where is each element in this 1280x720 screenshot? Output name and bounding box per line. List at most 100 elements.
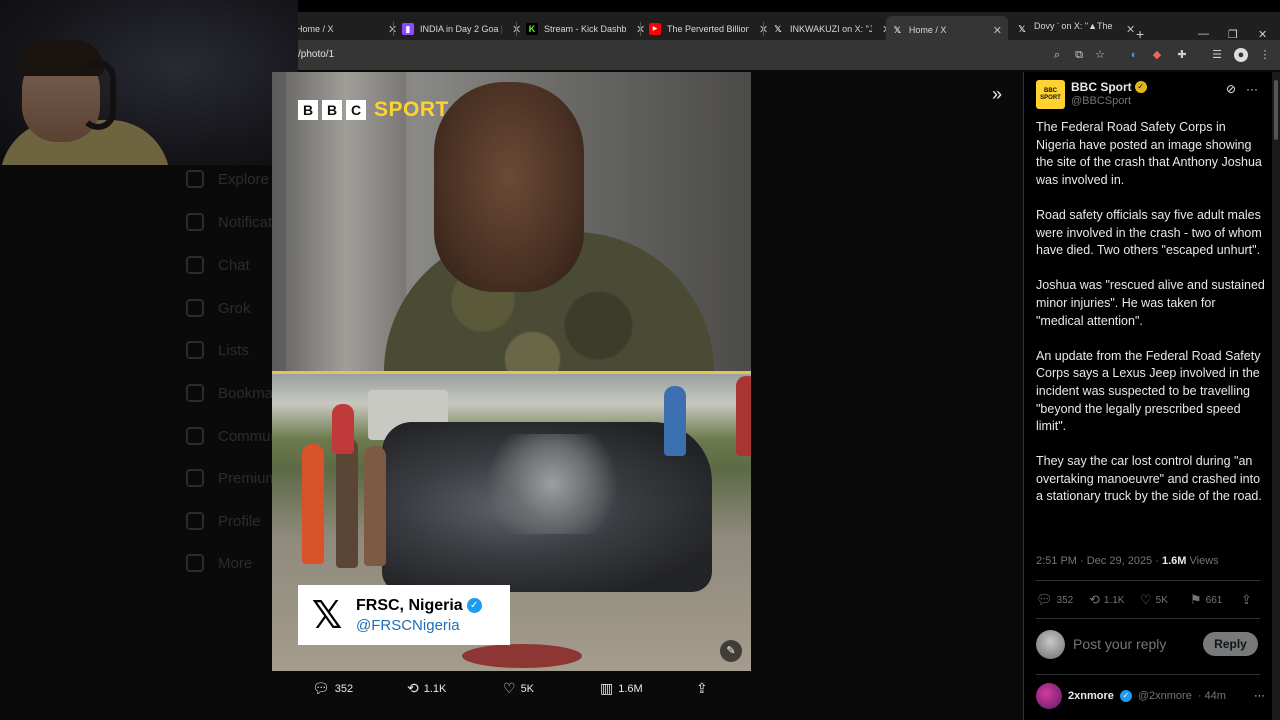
bbc-letter: C: [346, 100, 366, 120]
bg-nav-explore: Explore: [186, 170, 269, 188]
tweet-timestamp[interactable]: 2:51 PM · Dec 29, 2025 ·: [1036, 555, 1159, 567]
bg-nav-lists: Lists: [186, 341, 249, 359]
tweet-paragraph: The Federal Road Safety Corps in Nigeria…: [1036, 120, 1262, 187]
zoom-icon[interactable]: ⌕: [1050, 48, 1064, 62]
profile-icon[interactable]: ●: [1234, 48, 1248, 62]
photo-wreck-damage: [472, 434, 632, 534]
list-icon: [186, 341, 204, 359]
bookmark-button[interactable]: ⚑ 661: [1190, 592, 1222, 608]
repost-count: 1.1K: [423, 682, 447, 695]
reply-composer: Post your reply Reply: [1036, 630, 1262, 660]
chat-icon: [186, 256, 204, 274]
media-repost-button[interactable]: ⟲ 1.1K: [407, 680, 446, 697]
more-circle-icon: [186, 554, 204, 572]
avatar[interactable]: [1036, 683, 1062, 709]
tab-close-icon[interactable]: ✕: [993, 24, 1002, 37]
tab-title: Home / X: [296, 24, 334, 34]
reply-author-name[interactable]: 2xnmore: [1068, 690, 1114, 702]
avatar: [1036, 630, 1065, 659]
x-logo-icon: [186, 469, 204, 487]
like-count: 5K: [1155, 594, 1168, 606]
tweet-author[interactable]: BBC SPORT BBC Sport ✓ @BBCSport: [1036, 80, 1147, 109]
x-logo-icon: 𝕏: [311, 594, 343, 637]
divider: [1036, 618, 1260, 619]
tab-title: Dovy ་ on X: "▲The: [1034, 20, 1113, 31]
youtube-icon: ▶: [649, 23, 661, 35]
browser-tab[interactable]: 𝕏 Dovy ་ on X: "▲The ✕: [1010, 18, 1141, 40]
tweet-paragraph: Road safety officials say five adult mal…: [1036, 207, 1262, 258]
tab-separator: [763, 22, 764, 36]
browser-tab[interactable]: KStream - Kick Dashbo✕: [520, 18, 651, 40]
browser-tab[interactable]: ▶The Perverted Billion✕: [643, 18, 774, 40]
reply-icon: 💬︎: [312, 680, 330, 696]
grok-icon: [186, 299, 204, 317]
reply-time: · 44m: [1197, 690, 1226, 702]
author-name[interactable]: BBC Sport: [1071, 80, 1132, 94]
photo-crash-scene: 𝕏 FRSC, Nigeria ✓ @FRSCNigeria: [272, 374, 751, 671]
scrollbar[interactable]: [1272, 72, 1280, 720]
author-info: BBC Sport ✓ @BBCSport: [1071, 80, 1147, 109]
collapse-panel-icon[interactable]: »: [992, 84, 1002, 105]
extensions-puzzle-icon[interactable]: ✚: [1175, 48, 1189, 62]
photo-joshua: B B C SPORT: [272, 72, 751, 371]
photo-person: [336, 438, 358, 568]
tweet-panel: BBC SPORT BBC Sport ✓ @BBCSport ⊘ ··· The …: [1023, 72, 1272, 720]
media-image[interactable]: B B C SPORT 𝕏 FRSC, Nigeria✓ @FRSCNiger: [272, 72, 751, 671]
media-views-button[interactable]: ▥ 1.6M: [600, 680, 643, 697]
repost-button[interactable]: ⟲ 1.1K: [1089, 592, 1124, 608]
tab-title: Home / X: [908, 25, 947, 35]
tweet-views-count: 1.6M: [1161, 555, 1187, 567]
tab-close-icon[interactable]: ✕: [1126, 23, 1135, 36]
reply-author-handle[interactable]: @2xnmore: [1138, 690, 1192, 702]
bbc-letter: B: [298, 100, 318, 120]
like-button[interactable]: ♡ 5K: [1140, 592, 1168, 608]
avatar-line: SPORT: [1040, 94, 1061, 101]
tab-title: INDIA in Day 2 Goa |: [420, 24, 502, 34]
tab-title: Stream - Kick Dashbo: [544, 24, 626, 34]
scrollbar-thumb[interactable]: [1274, 80, 1278, 140]
media-reply-button[interactable]: 💬︎ 352: [312, 680, 353, 697]
avatar[interactable]: BBC SPORT: [1036, 80, 1065, 109]
photo-person: [364, 446, 386, 566]
more-options-icon[interactable]: ···: [1254, 690, 1265, 702]
divider: [1036, 674, 1260, 675]
reply-button[interactable]: 💬︎ 352: [1036, 592, 1073, 608]
tweet-paragraph: An update from the Federal Road Safety C…: [1036, 348, 1261, 434]
grok-explain-icon[interactable]: ⊘: [1226, 82, 1236, 96]
tab-title: The Perverted Billion: [667, 24, 749, 34]
share-button[interactable]: ⇪: [1241, 592, 1252, 608]
media-like-button[interactable]: ♡ 5K: [503, 680, 534, 697]
photo-person: [736, 376, 751, 456]
install-icon[interactable]: ⧉: [1072, 48, 1086, 62]
image-alt-icon[interactable]: ✎: [720, 640, 742, 662]
extension-voice-icon[interactable]: ◖: [1126, 48, 1140, 62]
extension-icon[interactable]: ◆: [1150, 48, 1164, 62]
views-chart-icon: ▥: [600, 680, 614, 696]
star-icon[interactable]: ☆: [1093, 48, 1107, 62]
media-share-button[interactable]: ⇪: [696, 680, 708, 697]
media-control-icon[interactable]: ☰: [1210, 48, 1224, 62]
bg-nav-premium: Premium: [186, 469, 278, 487]
author-handle[interactable]: @BBCSport: [1071, 95, 1147, 107]
next-reply[interactable]: 2xnmore ✓ @2xnmore · 44m ···: [1036, 683, 1266, 709]
browser-tab[interactable]: ▮INDIA in Day 2 Goa |✕: [396, 18, 527, 40]
bbc-letter: B: [322, 100, 342, 120]
browser-tab[interactable]: 𝕏INKWAKUZI on X: "Ju✕: [766, 18, 897, 40]
url-text[interactable]: /photo/1: [298, 49, 334, 60]
browser-tab[interactable]: Home / X✕: [290, 18, 403, 40]
x-icon: 𝕏: [893, 25, 902, 35]
tweet-engagement-bar: 💬︎ 352 ⟲ 1.1K ♡ 5K ⚑ 661 ⇪: [1036, 592, 1261, 612]
menu-icon[interactable]: ⋮: [1258, 48, 1272, 62]
reply-submit-button[interactable]: Reply: [1203, 632, 1258, 656]
person-icon: [186, 512, 204, 530]
author-name-row: BBC Sport ✓: [1071, 80, 1147, 94]
more-options-icon[interactable]: ···: [1246, 82, 1258, 96]
bg-nav-label: Profile: [218, 512, 261, 530]
heart-icon: ♡: [503, 680, 516, 696]
reply-input[interactable]: Post your reply: [1073, 636, 1166, 652]
bookmark-icon: ⚑: [1190, 592, 1202, 607]
minimize-icon[interactable]: —: [1198, 28, 1209, 40]
repost-icon: ⟲: [1089, 592, 1100, 607]
reply-icon: 💬︎: [1036, 592, 1053, 607]
repost-count: 1.1K: [1103, 594, 1125, 606]
